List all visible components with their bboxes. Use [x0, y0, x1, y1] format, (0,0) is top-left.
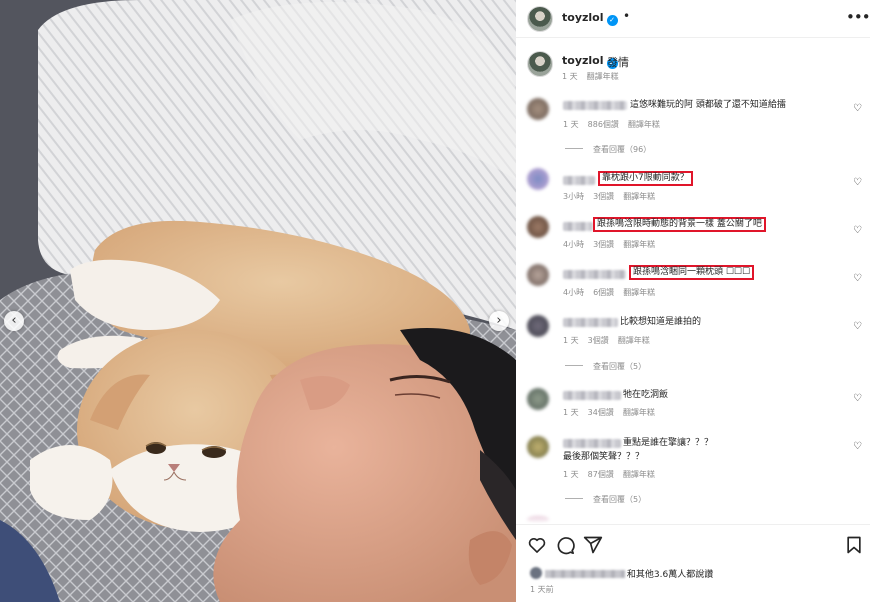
comment-meta: 1 天 3個讚 翻譯年糕: [563, 335, 659, 346]
comment-time: 1 天: [563, 408, 579, 417]
view-replies-link[interactable]: 查看回覆（5）: [565, 494, 646, 505]
commenter-avatar[interactable]: [527, 388, 549, 410]
comment-meta: 3小時 3個讚 翻譯年糕: [563, 191, 664, 202]
replies-divider: [565, 365, 583, 366]
comment-meta: 1 天 886個讚 翻譯年糕: [563, 119, 669, 130]
comment-likes[interactable]: 34個讚: [588, 408, 614, 417]
comment-text-highlighted: 靠枕跟小7限動同款？: [598, 171, 693, 186]
caption-meta: 1 天翻譯年糕: [562, 71, 628, 82]
comment-meta: 1 天 87個讚 翻譯年糕: [563, 469, 664, 480]
comment-like-heart-icon[interactable]: ♡: [853, 225, 862, 236]
commenter-username-blurred[interactable]: [563, 270, 626, 279]
verified-badge-icon: ✓: [606, 15, 618, 26]
comment-translate-link[interactable]: 翻譯年糕: [623, 240, 655, 249]
comment-like-heart-icon[interactable]: ♡: [853, 441, 862, 452]
comment-text-line-2: 最後那個笑聲？？？: [563, 452, 645, 462]
commenter-username-blurred[interactable]: [563, 439, 621, 448]
commenter-username-blurred[interactable]: [563, 318, 618, 327]
comment-like-heart-icon[interactable]: ♡: [853, 273, 862, 284]
comment-time: 1 天: [563, 470, 579, 479]
comment-likes[interactable]: 6個讚: [593, 288, 614, 297]
bookmark-icon[interactable]: [844, 535, 864, 555]
liker-username-blurred[interactable]: [544, 570, 625, 578]
author-username[interactable]: toyzlol ✓: [562, 11, 618, 26]
comment-translate-link[interactable]: 翻譯年糕: [628, 120, 660, 129]
comment-like-heart-icon[interactable]: ♡: [853, 177, 862, 188]
comment-likes[interactable]: 3個讚: [588, 336, 609, 345]
comment-time: 4小時: [563, 240, 585, 249]
send-icon[interactable]: [583, 535, 603, 555]
comment-translate-link[interactable]: 翻譯年糕: [623, 470, 655, 479]
comment-meta: 4小時 3個讚 翻譯年糕: [563, 239, 664, 250]
replies-divider: [565, 498, 583, 499]
comment-likes[interactable]: 3個讚: [593, 240, 614, 249]
caption-time: 1 天: [562, 72, 578, 81]
comments-fade: [516, 514, 870, 524]
comment-translate-link[interactable]: 翻譯年糕: [618, 336, 650, 345]
comment-likes[interactable]: 3個讚: [593, 192, 614, 201]
comment-time: 3小時: [563, 192, 585, 201]
commenter-avatar[interactable]: [527, 264, 549, 286]
post-side-panel: toyzlol ✓ • ••• toyzlol ✓ 發情 1 天翻譯年糕 這悠咪難玩…: [516, 0, 870, 602]
view-replies-link[interactable]: 查看回覆（5）: [565, 361, 646, 372]
comment-meta: 4小時 6個讚 翻譯年糕: [563, 287, 664, 298]
carousel-next-button[interactable]: ›: [489, 311, 509, 331]
likes-summary-text[interactable]: 和其他3.6萬人都說讚: [627, 570, 713, 580]
commenter-username-blurred[interactable]: [563, 222, 593, 231]
commenter-username-blurred[interactable]: [563, 176, 595, 185]
view-replies-text[interactable]: 查看回覆（5）: [593, 495, 646, 504]
view-replies-text[interactable]: 查看回覆（5）: [593, 362, 646, 371]
view-replies-link[interactable]: 查看回覆（96）: [565, 144, 651, 155]
caption-username-text[interactable]: toyzlol: [562, 54, 604, 67]
comment-translate-link[interactable]: 翻譯年糕: [623, 192, 655, 201]
comment-meta: 1 天 34個讚 翻譯年糕: [563, 407, 664, 418]
likes-summary[interactable]: 和其他3.6萬人都說讚: [530, 567, 713, 580]
commenter-username-blurred[interactable]: [563, 391, 621, 400]
commenter-avatar[interactable]: [527, 168, 549, 190]
commenter-avatar[interactable]: [527, 98, 549, 120]
commenter-username-blurred[interactable]: [563, 101, 627, 110]
comment-time: 1 天: [563, 120, 579, 129]
caption-text: 發情: [607, 56, 629, 69]
commenter-avatar[interactable]: [527, 436, 549, 458]
comment-time: 4小時: [563, 288, 585, 297]
comment-likes[interactable]: 87個讚: [588, 470, 614, 479]
replies-divider: [565, 148, 583, 149]
post-caption: toyzlol ✓ 發情 1 天翻譯年糕: [516, 46, 870, 86]
comment-like-heart-icon[interactable]: ♡: [853, 103, 862, 114]
comment-text: 牠在吃洞飯: [623, 390, 669, 400]
heart-icon[interactable]: [527, 535, 547, 555]
view-replies-text[interactable]: 查看回覆（96）: [593, 145, 651, 154]
commenter-avatar[interactable]: [527, 315, 549, 337]
comment-text: 比較想知道是誰拍的: [620, 317, 702, 327]
comment-translate-link[interactable]: 翻譯年糕: [623, 408, 655, 417]
comment-like-heart-icon[interactable]: ♡: [853, 393, 862, 404]
post-photo[interactable]: ‹ ›: [0, 0, 516, 602]
comment-like-heart-icon[interactable]: ♡: [853, 321, 862, 332]
liker-avatar[interactable]: [530, 567, 542, 579]
caption-translate-link[interactable]: 翻譯年糕: [587, 72, 619, 81]
comment-time: 1 天: [563, 336, 579, 345]
author-avatar[interactable]: [527, 6, 553, 32]
carousel-prev-button[interactable]: ‹: [4, 311, 24, 331]
post-time-ago: 1 天前: [530, 585, 554, 594]
caption-author-avatar[interactable]: [527, 51, 553, 77]
comment-text: 重點是誰在擎讓？？？: [623, 438, 714, 448]
commenter-avatar[interactable]: [527, 216, 549, 238]
photo-image: [0, 0, 516, 602]
comment-text-highlighted: 跟孫鳴浛限時動態的背景一樣 蓋公關了吧: [593, 217, 766, 232]
more-options-icon[interactable]: •••: [846, 8, 870, 26]
comment-icon[interactable]: [555, 535, 575, 555]
comment-text: 這悠咪難玩的阿 頭都破了還不知道給擂: [630, 100, 786, 110]
post-actions: 和其他3.6萬人都說讚 1 天前: [516, 524, 870, 602]
comment-text-highlighted: 跟孫鳴浛睏同一顆枕頭 ☐☐☐: [629, 265, 755, 280]
author-username-text[interactable]: toyzlol: [562, 11, 604, 24]
comment-translate-link[interactable]: 翻譯年糕: [623, 288, 655, 297]
post-header: toyzlol ✓ • •••: [516, 0, 870, 38]
comment-likes[interactable]: 886個讚: [588, 120, 619, 129]
header-dot: •: [623, 9, 631, 23]
